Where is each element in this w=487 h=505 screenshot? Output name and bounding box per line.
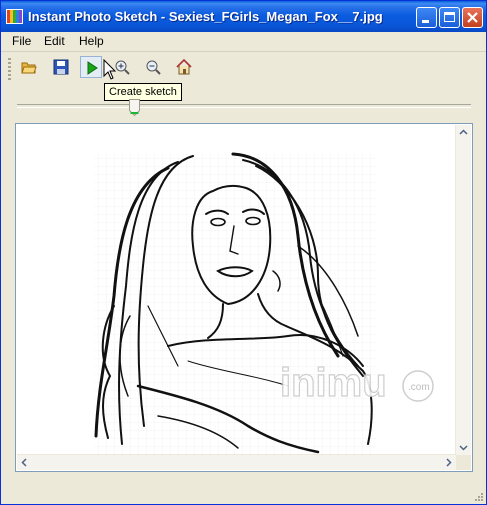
image-view: inimu .com [15, 123, 473, 472]
home-icon [176, 59, 192, 75]
menu-edit[interactable]: Edit [44, 34, 65, 48]
sketch-slider-thumb[interactable] [129, 99, 140, 116]
create-sketch-button[interactable] [80, 56, 102, 78]
watermark-suffix: .com [408, 382, 430, 393]
app-icon [6, 9, 23, 24]
scroll-corner [456, 455, 471, 470]
minimize-button[interactable] [416, 7, 437, 28]
title-bar[interactable]: Instant Photo Sketch - Sexiest_FGirls_Me… [1, 1, 486, 32]
toolbar-grip[interactable] [8, 58, 11, 80]
zoom-out-icon [146, 60, 161, 75]
save-button[interactable] [50, 56, 72, 78]
zoom-out-button[interactable] [142, 56, 164, 78]
scroll-left-icon[interactable] [17, 455, 32, 470]
menu-file[interactable]: File [12, 34, 31, 48]
scroll-up-icon[interactable] [456, 125, 471, 140]
resize-grip-icon[interactable] [472, 490, 484, 502]
home-button[interactable] [173, 56, 195, 78]
window-title: Instant Photo Sketch - Sexiest_FGirls_Me… [28, 9, 383, 24]
scroll-down-icon[interactable] [456, 440, 471, 455]
maximize-button[interactable] [439, 7, 460, 28]
app-window: Instant Photo Sketch - Sexiest_FGirls_Me… [0, 0, 487, 505]
watermark-text: inimu [280, 361, 387, 405]
menu-bar: File Edit Help [1, 32, 486, 52]
sketch-image: inimu .com [94, 152, 434, 454]
vertical-scrollbar[interactable] [455, 125, 471, 455]
tooltip: Create sketch [104, 83, 182, 101]
open-folder-icon [21, 62, 37, 74]
menu-help[interactable]: Help [79, 34, 104, 48]
scroll-right-icon[interactable] [441, 455, 456, 470]
sketch-canvas[interactable]: inimu .com [18, 126, 455, 454]
sketch-slider-track[interactable] [17, 104, 471, 108]
maximize-icon [444, 12, 455, 22]
toolbar [1, 52, 486, 85]
close-button[interactable] [462, 7, 483, 28]
close-icon [467, 12, 478, 23]
play-icon [87, 61, 98, 75]
horizontal-scrollbar[interactable] [17, 454, 456, 470]
open-button[interactable] [18, 56, 40, 78]
mouse-cursor-icon [103, 59, 117, 80]
minimize-icon [422, 20, 429, 23]
save-icon [53, 59, 69, 75]
